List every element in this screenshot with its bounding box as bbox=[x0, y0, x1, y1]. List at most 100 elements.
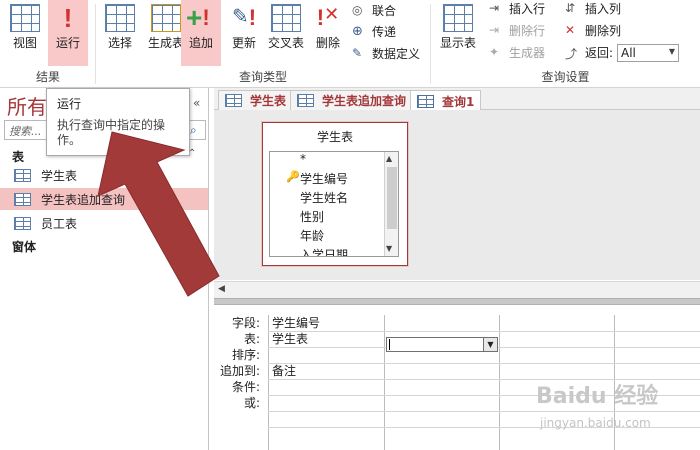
grid-row-headers: 字段: 表: 排序: 追加到: 条件: 或: bbox=[214, 315, 268, 411]
nav-item-employee-table[interactable]: 员工表 bbox=[0, 212, 208, 234]
select-label: 选择 bbox=[107, 36, 132, 50]
row-label-field: 字段: bbox=[231, 316, 260, 330]
grid-row-line bbox=[268, 331, 700, 332]
grid-column-line bbox=[268, 315, 269, 450]
grid-cell-field[interactable]: 学生编号 bbox=[272, 315, 320, 331]
show-table-button[interactable]: 显示表 bbox=[433, 0, 483, 66]
nav-item-student-table[interactable]: 学生表 bbox=[0, 164, 208, 186]
view-button[interactable]: 视图 bbox=[2, 0, 48, 66]
return-icon: ⤴ bbox=[565, 47, 578, 61]
run-icon: ! bbox=[63, 3, 73, 33]
nav-section-tables[interactable]: 表 bbox=[12, 148, 24, 165]
pane-splitter[interactable] bbox=[214, 298, 700, 305]
append-button[interactable]: +! 追加 bbox=[181, 0, 221, 66]
crosstab-label: 交叉表 bbox=[267, 36, 304, 50]
crosstab-icon bbox=[271, 4, 301, 32]
chevron-down-icon[interactable]: ▼ bbox=[483, 338, 497, 351]
design-horizontal-scrollbar[interactable]: ◀ bbox=[214, 281, 700, 298]
data-definition-label: 数据定义 bbox=[372, 46, 421, 61]
append-label: 追加 bbox=[188, 36, 213, 50]
scroll-thumb[interactable] bbox=[387, 167, 397, 229]
delete-icon: ! ✕ bbox=[316, 4, 340, 30]
insert-columns-button[interactable]: ⇵ 插入列 bbox=[565, 0, 621, 18]
nav-item-label: 员工表 bbox=[41, 216, 78, 231]
data-definition-icon: ✎ bbox=[352, 46, 363, 60]
builder-label: 生成器 bbox=[509, 45, 546, 60]
make-table-icon bbox=[151, 4, 181, 32]
table-icon bbox=[225, 94, 242, 107]
tooltip-body: 执行查询中指定的操作。 bbox=[57, 118, 166, 147]
query-setup-group-label: 查询设置 bbox=[541, 70, 590, 84]
view-icon bbox=[10, 4, 40, 32]
document-tabs: 学生表 学生表追加查询 查询1 bbox=[214, 88, 700, 111]
delete-columns-icon: ✕ bbox=[565, 23, 576, 37]
select-button[interactable]: 选择 bbox=[100, 0, 140, 66]
watermark-url: jingyan.baidu.com bbox=[540, 416, 651, 430]
update-button[interactable]: ✎! 更新 bbox=[224, 0, 264, 66]
nav-section-forms[interactable]: 窗体 bbox=[12, 238, 36, 255]
nav-item-append-query[interactable]: 学生表追加查询 bbox=[0, 188, 208, 210]
scroll-down-icon[interactable]: ▼ bbox=[386, 244, 392, 253]
delete-rows-icon: ⇥ bbox=[489, 23, 500, 37]
delete-rows-button[interactable]: ⇥ 删除行 bbox=[489, 20, 545, 40]
field-item[interactable]: 学生编号 bbox=[300, 170, 348, 187]
field-item[interactable]: 入学日期 bbox=[300, 246, 348, 256]
pass-through-button[interactable]: ⊕ 传递 bbox=[352, 21, 396, 41]
tab-label: 学生表 bbox=[250, 94, 287, 108]
nav-title[interactable]: 所有 bbox=[7, 91, 47, 120]
delete-button[interactable]: ! ✕ 删除 bbox=[308, 0, 348, 66]
tab-append-query[interactable]: 学生表追加查询 bbox=[290, 90, 414, 110]
show-table-label: 显示表 bbox=[439, 36, 476, 50]
builder-button[interactable]: ✦ 生成器 bbox=[489, 42, 545, 62]
scroll-left-icon[interactable]: ◀ bbox=[218, 284, 232, 296]
table-icon bbox=[14, 168, 31, 182]
watermark: Baidu 经验 jingyan.baidu.com bbox=[536, 378, 696, 438]
row-label-criteria: 条件: bbox=[231, 380, 260, 394]
builder-icon: ✦ bbox=[489, 45, 500, 59]
return-select[interactable]: All ▼ bbox=[617, 44, 679, 62]
field-item[interactable]: * bbox=[300, 152, 306, 166]
union-button[interactable]: ◎ 联合 bbox=[352, 0, 396, 20]
watermark-text: Baidu 经验 bbox=[536, 384, 659, 409]
collapse-pane-icon[interactable]: « bbox=[193, 96, 200, 110]
append-icon: +! bbox=[186, 2, 210, 33]
return-select-value: All bbox=[621, 46, 636, 60]
run-button[interactable]: ! 运行 bbox=[48, 0, 88, 66]
insert-columns-icon: ⇵ bbox=[565, 1, 576, 15]
row-label-or: 或: bbox=[243, 396, 260, 410]
union-icon: ◎ bbox=[352, 3, 363, 17]
grid-row-line bbox=[268, 363, 700, 364]
return-control: ⤴ 返回: bbox=[565, 42, 613, 62]
crosstab-button[interactable]: 交叉表 bbox=[264, 0, 308, 66]
search-icon[interactable]: ⌕ bbox=[190, 123, 197, 138]
primary-key-icon: 🔑 bbox=[286, 170, 300, 183]
insert-rows-button[interactable]: ⇥ 插入行 bbox=[489, 0, 545, 18]
data-definition-button[interactable]: ✎ 数据定义 bbox=[352, 43, 420, 63]
globe-icon: ⊕ bbox=[352, 24, 363, 39]
text-caret bbox=[389, 339, 390, 350]
grid-table-combo[interactable]: ▼ bbox=[386, 337, 498, 352]
field-item[interactable]: 年龄 bbox=[300, 227, 324, 244]
row-label-sort: 排序: bbox=[231, 348, 260, 362]
chevron-down-icon[interactable]: ⌄ bbox=[188, 238, 196, 249]
grid-cell-append-to[interactable]: 备注 bbox=[272, 363, 296, 379]
query-type-group-label: 查询类型 bbox=[238, 70, 287, 84]
tab-query1[interactable]: 查询1 bbox=[410, 90, 482, 111]
scroll-up-icon[interactable]: ▲ bbox=[386, 154, 392, 163]
view-label: 视图 bbox=[12, 36, 37, 50]
field-item[interactable]: 性别 bbox=[300, 208, 324, 225]
nav-item-label: 学生表 bbox=[41, 168, 78, 183]
union-label: 联合 bbox=[372, 3, 397, 18]
insert-columns-label: 插入列 bbox=[585, 1, 622, 16]
delete-columns-button[interactable]: ✕ 删除列 bbox=[565, 20, 621, 40]
field-list-scrollbar[interactable]: ▲ ▼ bbox=[384, 152, 398, 256]
tab-student-table[interactable]: 学生表 bbox=[218, 90, 294, 110]
delete-rows-label: 删除行 bbox=[509, 23, 546, 38]
run-tooltip: 运行 执行查询中指定的操作。 bbox=[46, 88, 190, 156]
field-list-student-table[interactable]: 学生表 🔑 * 学生编号 学生姓名 性别 年龄 入学日期 ▲ ▼ bbox=[262, 122, 408, 266]
grid-cell-table[interactable]: 学生表 bbox=[272, 331, 308, 347]
field-item[interactable]: 学生姓名 bbox=[300, 189, 348, 206]
query-icon bbox=[297, 94, 314, 107]
table-icon bbox=[14, 216, 31, 230]
select-query-icon bbox=[105, 4, 135, 32]
